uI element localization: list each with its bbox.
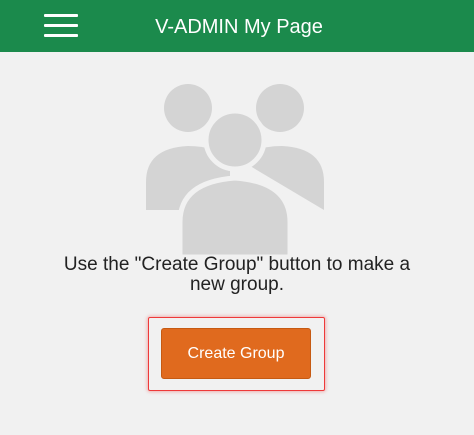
menu-line xyxy=(44,14,78,17)
empty-state-message: Use the "Create Group" button to make a … xyxy=(63,254,411,295)
menu-line xyxy=(44,24,78,27)
group-users-icon xyxy=(146,84,324,257)
main-content: Use the "Create Group" button to make a … xyxy=(0,52,474,435)
create-group-button[interactable]: Create Group xyxy=(161,328,311,379)
top-app-bar: V-ADMIN My Page xyxy=(0,0,474,52)
hamburger-menu-icon[interactable] xyxy=(44,14,78,38)
menu-line xyxy=(44,34,78,37)
